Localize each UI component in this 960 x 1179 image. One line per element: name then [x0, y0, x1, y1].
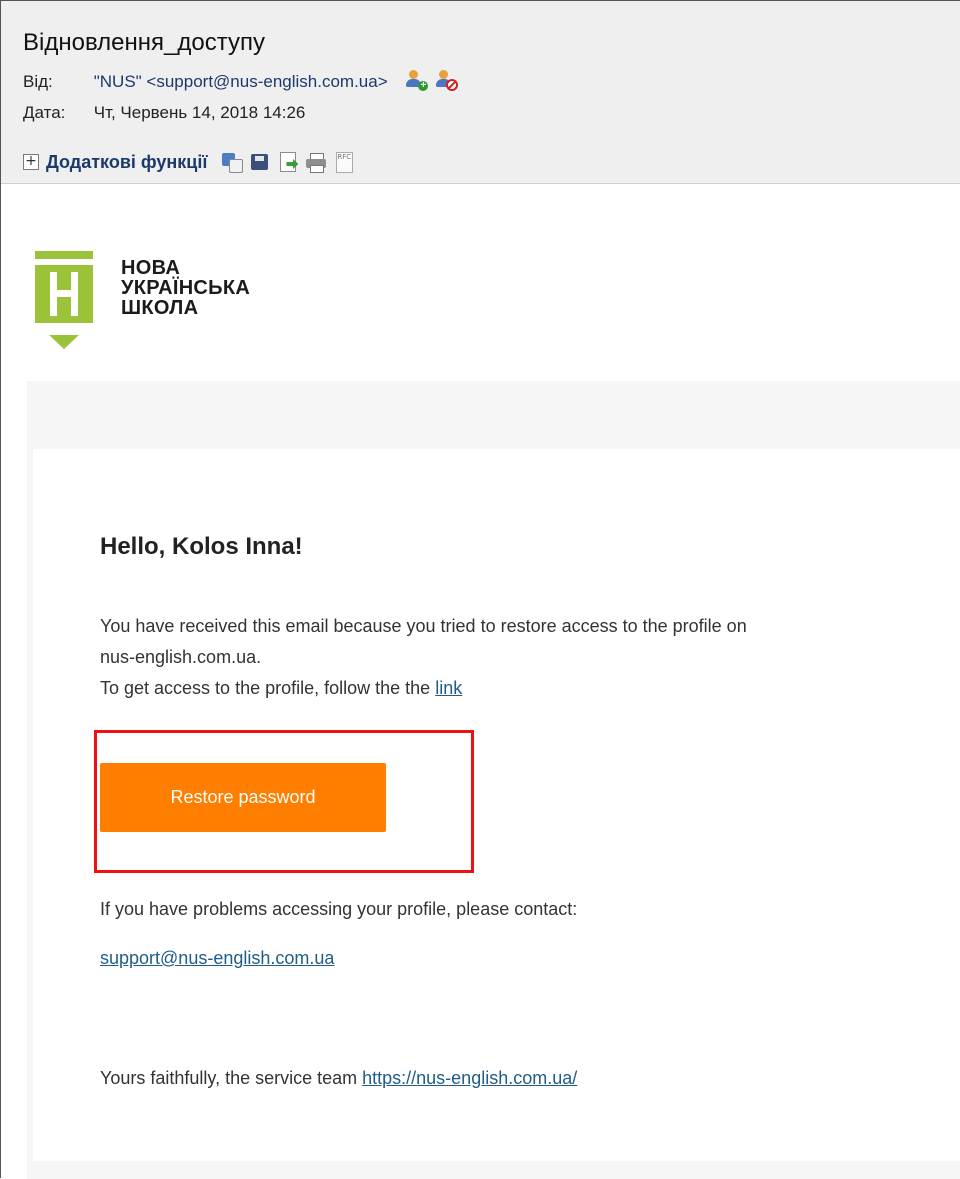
message-toolbar: + Додаткові функції RFC: [23, 151, 355, 173]
restore-password-button[interactable]: Restore password: [100, 763, 386, 832]
translate-icon[interactable]: [221, 151, 244, 173]
message-line-3: To get access to the profile, follow the…: [100, 673, 940, 704]
logo-line-3: ШКОЛА: [121, 297, 199, 319]
message-line-3-text: To get access to the profile, follow the…: [100, 678, 436, 698]
save-icon[interactable]: [249, 151, 271, 173]
logo-line-1: НОВА: [121, 257, 181, 279]
contact-actions: +: [406, 69, 459, 91]
block-contact-icon[interactable]: [436, 69, 459, 91]
print-icon[interactable]: [305, 151, 327, 173]
rfc-icon[interactable]: RFC: [333, 151, 355, 173]
message-subject: Відновлення_доступу: [23, 29, 265, 56]
logo-text: НОВА УКРАЇНСЬКА ШКОЛА: [121, 258, 250, 318]
date-value: Чт, Червень 14, 2018 14:26: [93, 103, 306, 122]
date-label: Дата:: [23, 103, 66, 122]
logo-bar: [35, 251, 93, 259]
logo-line-2: УКРАЇНСЬКА: [121, 277, 251, 299]
date-row: Дата: Чт, Червень 14, 2018 14:26: [23, 103, 305, 123]
signature: Yours faithfully, the service team https…: [100, 1068, 577, 1089]
rfc-label: RFC: [337, 153, 352, 161]
website-link[interactable]: https://nus-english.com.ua/: [362, 1068, 577, 1088]
support-email-link[interactable]: support@nus-english.com.ua: [100, 948, 334, 969]
email-message: You have received this email because you…: [100, 611, 940, 704]
logo-triangle: [49, 335, 79, 349]
message-line-1: You have received this email because you…: [100, 616, 747, 636]
more-functions-link[interactable]: Додаткові функції: [46, 152, 207, 173]
problems-text: If you have problems accessing your prof…: [100, 899, 578, 919]
message-line-2: nus-english.com.ua.: [100, 647, 262, 667]
expand-plus-icon[interactable]: +: [23, 154, 39, 170]
export-icon[interactable]: [277, 151, 299, 173]
window-frame: Відновлення_доступу Від: "NUS" <support@…: [0, 0, 960, 1179]
message-header: Відновлення_доступу Від: "NUS" <support@…: [1, 1, 960, 184]
email-greeting: Hello, Kolos Inna!: [100, 533, 303, 560]
from-row: Від: "NUS" <support@nus-english.com.ua> …: [23, 69, 459, 92]
logo-mark-icon: [35, 265, 93, 323]
restore-link[interactable]: link: [435, 678, 462, 698]
toolbar-icons: RFC: [221, 151, 355, 173]
from-label: Від:: [23, 72, 53, 91]
signature-text: Yours faithfully, the service team: [100, 1068, 363, 1088]
add-contact-icon[interactable]: +: [406, 69, 429, 91]
sender-address: "NUS" <support@nus-english.com.ua>: [93, 72, 388, 91]
